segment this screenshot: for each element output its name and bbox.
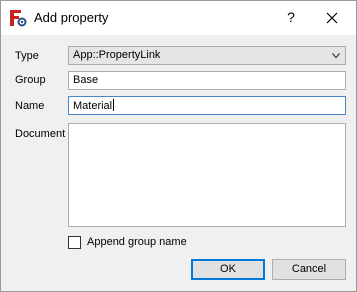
name-label: Name bbox=[15, 100, 45, 112]
append-group-name-label[interactable]: Append group name bbox=[87, 236, 187, 248]
add-property-dialog: Add property ? Type App::PropertyLink Gr… bbox=[0, 0, 357, 292]
document-textarea[interactable] bbox=[68, 123, 346, 227]
group-label: Group bbox=[15, 74, 46, 86]
document-label: Document bbox=[15, 128, 66, 140]
text-caret bbox=[113, 99, 115, 111]
type-label: Type bbox=[15, 50, 39, 62]
ok-button[interactable]: OK bbox=[191, 259, 265, 280]
cancel-button[interactable]: Cancel bbox=[272, 259, 346, 280]
freecad-logo-icon bbox=[10, 10, 27, 27]
close-icon[interactable] bbox=[321, 7, 343, 29]
group-input[interactable]: Base bbox=[68, 71, 346, 90]
type-value: App::PropertyLink bbox=[73, 49, 161, 61]
group-value: Base bbox=[73, 74, 99, 86]
type-select[interactable]: App::PropertyLink bbox=[68, 46, 346, 65]
title-bar: Add property ? bbox=[1, 1, 356, 35]
help-button[interactable]: ? bbox=[281, 7, 301, 27]
chevron-down-icon bbox=[332, 53, 340, 59]
name-input[interactable]: Material bbox=[68, 96, 346, 115]
dialog-title: Add property bbox=[34, 10, 109, 25]
append-group-name-checkbox[interactable] bbox=[68, 236, 81, 249]
name-value: Material bbox=[73, 100, 113, 112]
